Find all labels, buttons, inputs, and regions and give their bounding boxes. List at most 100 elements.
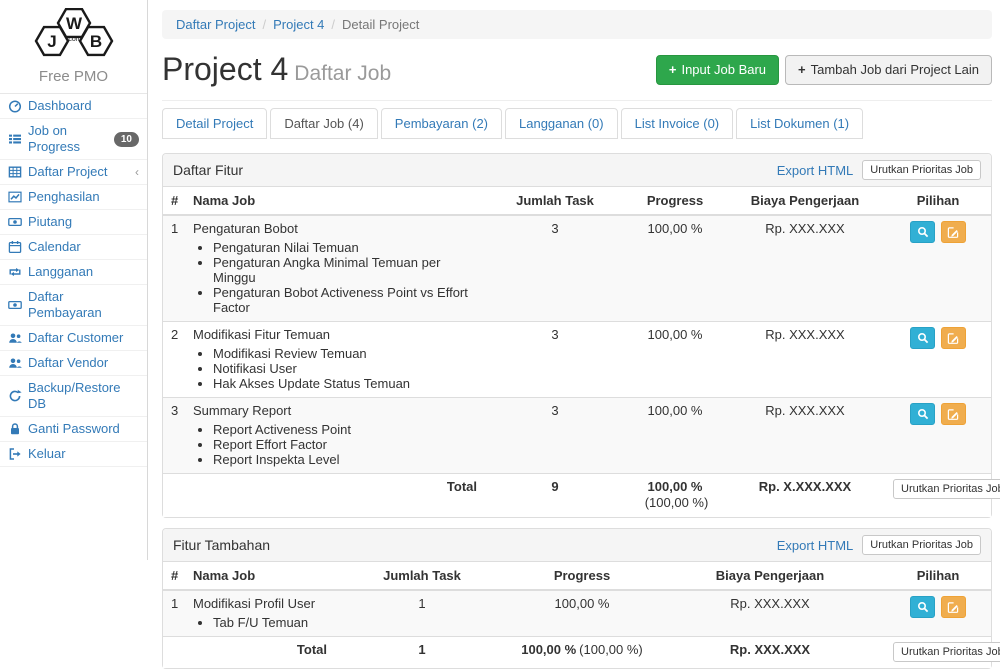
jwb-logo-icon: W J B .com [22,8,126,60]
sidebar-item-label: Daftar Project [28,164,107,180]
edit-job-button[interactable] [941,327,966,349]
breadcrumb-current: Detail Project [342,17,419,32]
sidebar-item-daftar-pembayaran[interactable]: Daftar Pembayaran [0,285,147,326]
total-cost: Rp. XXX.XXX [655,637,885,669]
tab-langganan[interactable]: Langganan (0) [505,108,618,139]
view-job-button[interactable] [910,403,935,425]
breadcrumb-link-daftar-project[interactable]: Daftar Project [176,17,255,32]
sidebar-item-label: Daftar Vendor [28,355,108,371]
progress-value: 100,00 % [625,215,725,322]
brand-name: Free PMO [0,68,147,85]
urutkan-prioritas-job-button[interactable]: Urutkan Prioritas Job [862,535,981,555]
users-icon [7,356,22,370]
subtask-list: Report Activeness Point Report Effort Fa… [197,422,477,467]
total-progress: 100,00 %(100,00 %) [625,474,725,518]
urutkan-prioritas-job-button[interactable]: Urutkan Prioritas Job [893,642,1000,662]
sidebar-item-keluar[interactable]: Keluar [0,442,147,467]
brand-logo: W J B .com Free PMO [0,0,147,94]
panel-title: Daftar Fitur [173,162,243,178]
sidebar-item-calendar[interactable]: Calendar [0,235,147,260]
subtask-item: Pengaturan Angka Minimal Temuan per Ming… [213,255,477,285]
job-count-badge: 10 [114,132,139,147]
job-name: Summary Report [193,403,291,418]
svg-text:.com: .com [66,36,81,43]
input-job-baru-button[interactable]: +Input Job Baru [656,55,779,85]
subtask-list: Pengaturan Nilai Temuan Pengaturan Angka… [197,240,477,315]
actions-cell [885,215,991,322]
view-job-button[interactable] [910,221,935,243]
sidebar-item-label: Keluar [28,446,66,462]
table-header-row: # Nama Job Jumlah Task Progress Biaya Pe… [163,187,991,215]
task-count: 3 [485,398,625,474]
actions-cell [885,590,991,637]
col-pilihan: Pilihan [885,562,991,590]
view-job-button[interactable] [910,596,935,618]
row-number: 1 [163,590,185,637]
total-row: Total 1 100,00 %(100,00 %) Rp. XXX.XXX U… [163,637,991,669]
cost-value: Rp. XXX.XXX [725,215,885,322]
panel-heading: Fitur Tambahan Export HTML Urutkan Prior… [163,529,991,562]
sidebar-item-label: Backup/Restore DB [28,380,139,412]
refresh-icon [7,389,22,403]
export-html-link[interactable]: Export HTML [777,538,854,553]
view-job-button[interactable] [910,327,935,349]
lock-icon [7,422,22,436]
col-biaya-pengerjaan: Biaya Pengerjaan [725,187,885,215]
tab-list-invoice[interactable]: List Invoice (0) [621,108,734,139]
sidebar-item-langganan[interactable]: Langganan [0,260,147,285]
job-cell: Summary Report Report Activeness Point R… [185,398,485,474]
sidebar-item-ganti-password[interactable]: Ganti Password [0,417,147,442]
sidebar-item-label: Daftar Customer [28,330,123,346]
subtask-item: Hak Akses Update Status Temuan [213,376,477,391]
tab-list-dokumen[interactable]: List Dokumen (1) [736,108,863,139]
job-row: 2 Modifikasi Fitur Temuan Modifikasi Rev… [163,322,991,398]
task-count: 3 [485,215,625,322]
edit-job-button[interactable] [941,403,966,425]
col-pilihan: Pilihan [885,187,991,215]
edit-job-button[interactable] [941,596,966,618]
tab-daftar-job[interactable]: Daftar Job (4) [270,108,377,139]
sidebar-item-job-on-progress[interactable]: Job on Progress 10 [0,119,147,160]
col-jumlah-task: Jumlah Task [335,562,509,590]
urutkan-prioritas-job-button[interactable]: Urutkan Prioritas Job [862,160,981,180]
search-icon [917,601,929,613]
sidebar-item-label: Job on Progress [28,123,108,155]
total-task-count: 9 [485,474,625,518]
sidebar-item-daftar-customer[interactable]: Daftar Customer [0,326,147,351]
table-header-row: # Nama Job Jumlah Task Progress Biaya Pe… [163,562,991,590]
sidebar-item-label: Penghasilan [28,189,100,205]
sidebar-item-label: Ganti Password [28,421,120,437]
tab-pembayaran[interactable]: Pembayaran (2) [381,108,502,139]
col-number: # [163,187,185,215]
row-number: 1 [163,215,185,322]
sidebar-item-daftar-vendor[interactable]: Daftar Vendor [0,351,147,376]
total-row: Total 9 100,00 %(100,00 %) Rp. X.XXX.XXX… [163,474,991,518]
export-html-link[interactable]: Export HTML [777,163,854,178]
sidebar-item-penghasilan[interactable]: Penghasilan [0,185,147,210]
col-number: # [163,562,185,590]
job-cell: Modifikasi Profil User Tab F/U Temuan [185,590,335,637]
tab-detail-project[interactable]: Detail Project [162,108,267,139]
sidebar-nav: Dashboard Job on Progress 10 Daftar Proj… [0,94,147,467]
sidebar-item-backup-restore-db[interactable]: Backup/Restore DB [0,376,147,417]
sidebar-item-piutang[interactable]: Piutang [0,210,147,235]
breadcrumb: Daftar Project/Project 4/Detail Project [162,10,992,39]
svg-text:J: J [47,32,56,51]
col-biaya-pengerjaan: Biaya Pengerjaan [655,562,885,590]
fitur-tambahan-table: # Nama Job Jumlah Task Progress Biaya Pe… [163,562,991,668]
edit-job-button[interactable] [941,221,966,243]
svg-text:W: W [65,14,82,33]
sidebar-item-daftar-project[interactable]: Daftar Project ‹ [0,160,147,185]
tambah-job-dari-project-lain-button[interactable]: +Tambah Job dari Project Lain [785,55,992,85]
breadcrumb-separator: / [262,17,266,32]
job-row: 3 Summary Report Report Activeness Point… [163,398,991,474]
job-name: Pengaturan Bobot [193,221,298,236]
sidebar-item-dashboard[interactable]: Dashboard [0,94,147,119]
search-icon [917,408,929,420]
subtask-item: Modifikasi Review Temuan [213,346,477,361]
breadcrumb-link-project-4[interactable]: Project 4 [273,17,324,32]
daftar-fitur-table: # Nama Job Jumlah Task Progress Biaya Pe… [163,187,991,517]
urutkan-prioritas-job-button[interactable]: Urutkan Prioritas Job [893,479,1000,499]
panel-title: Fitur Tambahan [173,537,270,553]
sidebar-item-label: Daftar Pembayaran [28,289,139,321]
